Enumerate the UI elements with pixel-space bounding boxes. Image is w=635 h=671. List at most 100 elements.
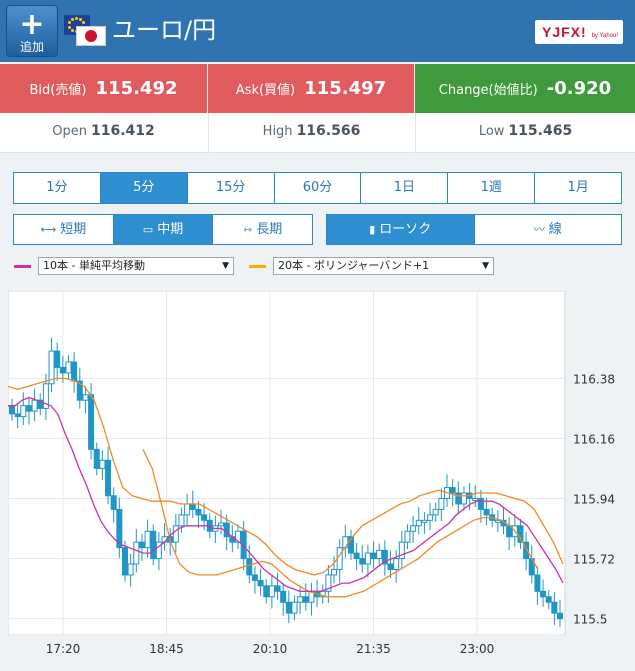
candle-body — [14, 413, 21, 418]
candle-body — [150, 530, 157, 560]
indicator-1: 10本 - 単純平均移動 ▼ — [14, 257, 234, 275]
change-panel: Change(始値比) -0.920 — [415, 64, 635, 113]
indicator-2-label: 20本 - ボリンジャーバンド+1 — [278, 259, 430, 272]
timeframe-5m[interactable]: 5分 — [99, 173, 187, 203]
candle-body — [251, 574, 258, 581]
candle-body — [144, 530, 151, 549]
candlestick-icon: ▮ — [369, 223, 376, 236]
candle-body — [54, 350, 61, 368]
candle-body — [494, 519, 501, 523]
candle-body — [218, 522, 225, 527]
timeframe-1mo[interactable]: 1月 — [534, 173, 621, 203]
candle-body — [285, 601, 292, 614]
candlestick-button[interactable]: ▮ ローソク — [327, 215, 474, 244]
timeframe-15m[interactable]: 15分 — [186, 173, 274, 203]
line-chart-button[interactable]: 〰線 — [473, 215, 622, 244]
candle-body — [138, 541, 145, 549]
currency-pair-flag-icon — [64, 15, 106, 47]
candle-body — [455, 492, 462, 505]
candle-body — [127, 563, 134, 576]
app-window: + 追加 ユーロ/円 YJFX! by Yahoo! Bid(売値) 115.4… — [0, 0, 635, 671]
candle-body — [302, 596, 309, 603]
x-tick-label: 18:45 — [149, 642, 184, 656]
header-bar: + 追加 ユーロ/円 YJFX! by Yahoo! — [0, 0, 635, 62]
indicator-2-select[interactable]: 20本 - ボリンジャーバンド+1 ▼ — [273, 257, 494, 275]
change-value: -0.920 — [546, 78, 612, 99]
candle-body — [438, 497, 445, 510]
candle-body — [263, 585, 270, 598]
low-label: Low — [478, 124, 505, 139]
candle-body — [557, 612, 563, 620]
timeframe-1w[interactable]: 1週 — [447, 173, 534, 203]
timeframe-1m[interactable]: 1分 — [14, 173, 100, 203]
candle-body — [59, 366, 66, 374]
candle-body — [184, 503, 191, 516]
candle-body — [9, 405, 15, 415]
x-tick-label: 21:35 — [356, 642, 391, 656]
candle-body — [517, 525, 524, 543]
dropdown-arrow-icon: ▼ — [222, 261, 229, 271]
plot-area — [8, 291, 566, 636]
high-stat: High 116.566 — [208, 113, 414, 153]
price-chart[interactable]: 17:20 18:45 20:10 21:35 23:00 116.38 116.16 115… — [8, 291, 627, 665]
bid-label: Bid(売値) — [29, 83, 87, 98]
candle-body — [65, 361, 72, 374]
candle-body — [387, 563, 394, 570]
ask-panel: Ask(買値) 115.497 — [208, 64, 414, 113]
candle-body — [121, 547, 128, 576]
line-chart-icon: 〰 — [533, 223, 545, 236]
range-short-icon: ⟷ — [40, 223, 57, 236]
low-value: 115.465 — [508, 123, 573, 139]
candle-body — [20, 405, 27, 418]
candle-body — [545, 596, 552, 603]
candle-body — [551, 601, 558, 614]
chart-svg[interactable]: 17:20 18:45 20:10 21:35 23:00 116.38 116.16 115… — [8, 291, 627, 665]
candle-body — [415, 519, 422, 527]
candle-body — [421, 519, 428, 523]
range-mid-button[interactable]: ▭ 中期 — [112, 215, 213, 244]
line-chart-label: 線 — [548, 222, 562, 237]
candle-body — [82, 394, 89, 401]
candle-body — [427, 514, 434, 521]
candle-body — [268, 585, 275, 598]
indicator-1-select[interactable]: 10本 - 単純平均移動 ▼ — [38, 257, 234, 275]
timeframe-1d[interactable]: 1日 — [360, 173, 447, 203]
candle-body — [110, 495, 117, 510]
candle-body — [93, 448, 100, 469]
timeframe-60m[interactable]: 60分 — [273, 173, 361, 203]
candle-body — [99, 459, 106, 469]
candle-body — [506, 525, 513, 538]
bid-value: 115.492 — [95, 78, 178, 99]
candle-body — [297, 596, 304, 603]
ask-value: 115.497 — [304, 78, 387, 99]
candle-body — [432, 508, 439, 516]
candle-body — [178, 514, 185, 527]
range-selector: ⟷ 短期 ▭ 中期 ⇿ 長期 — [13, 214, 313, 245]
ohlc-stats: Open 116.412 High 116.566 Low 115.465 — [0, 113, 635, 153]
add-button-label: 追加 — [19, 40, 44, 54]
y-tick-label: 116.38 — [573, 372, 615, 386]
open-label: Open — [52, 124, 87, 139]
ask-label: Ask(買値) — [235, 83, 296, 98]
candle-body — [359, 558, 366, 565]
range-short-button[interactable]: ⟷ 短期 — [14, 215, 113, 244]
candle-body — [534, 574, 541, 592]
candle-body — [376, 549, 383, 560]
change-label: Change(始値比) — [438, 83, 538, 98]
range-long-icon: ⇿ — [243, 223, 253, 236]
open-stat: Open 116.412 — [0, 113, 207, 153]
yjfx-logo: YJFX! by Yahoo! — [535, 20, 623, 44]
dropdown-arrow-icon: ▼ — [482, 261, 489, 271]
add-button[interactable]: + 追加 — [6, 5, 58, 57]
high-value: 116.566 — [296, 123, 361, 139]
range-short-label: 短期 — [60, 222, 87, 237]
x-tick-label: 20:10 — [253, 642, 288, 656]
logo-sub: by Yahoo! — [591, 33, 619, 39]
candle-body — [25, 405, 32, 412]
indicator-2: 20本 - ボリンジャーバンド+1 ▼ — [249, 257, 494, 275]
candle-body — [449, 487, 456, 494]
range-mid-icon: ▭ — [142, 223, 154, 236]
plus-icon: + — [19, 7, 45, 42]
range-long-button[interactable]: ⇿ 長期 — [212, 215, 312, 244]
chart-type-selector: ▮ ローソク 〰線 — [326, 214, 622, 245]
